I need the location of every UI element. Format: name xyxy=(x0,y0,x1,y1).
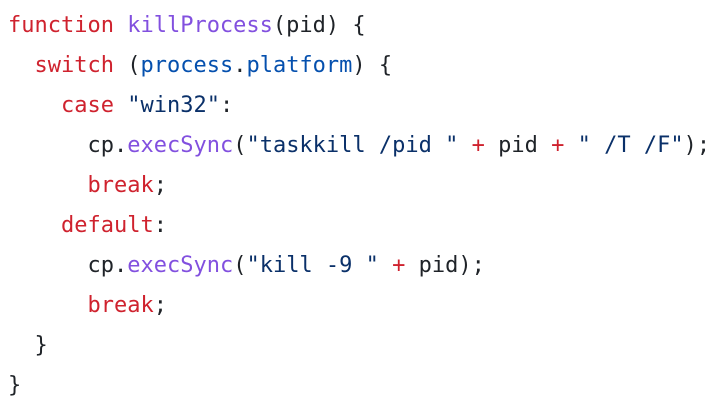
code-line: cp.execSync("kill -9 " + pid); xyxy=(8,246,718,286)
code-token-func: execSync xyxy=(127,253,234,278)
code-token-plain: ; xyxy=(153,293,167,318)
code-token-plain: ( xyxy=(113,53,141,78)
code-token-keyword: default xyxy=(60,213,154,238)
code-token-plain: cp. xyxy=(87,133,128,158)
code-line: break; xyxy=(8,166,718,206)
code-token-string: "win32" xyxy=(127,93,220,118)
code-token-keyword: function xyxy=(8,13,114,38)
code-block: function killProcess(pid) { switch (proc… xyxy=(0,0,718,414)
code-line: function killProcess(pid) { xyxy=(8,6,718,46)
code-token-plain: ( xyxy=(233,253,247,278)
code-token-string: " /T /F" xyxy=(577,133,684,158)
code-token-keyword: case xyxy=(60,93,114,118)
code-line: cp.execSync("taskkill /pid " + pid + " /… xyxy=(8,126,718,166)
code-token-prop: platform xyxy=(246,53,353,78)
code-token-plain: : xyxy=(153,213,167,238)
code-token-func: killProcess xyxy=(127,13,273,38)
code-token-keyword: switch xyxy=(34,53,114,78)
code-token-prop: process xyxy=(140,53,234,78)
code-token-plain: } xyxy=(34,333,48,358)
code-token-plain: ) { xyxy=(352,53,393,78)
code-token-string: "taskkill /pid " xyxy=(246,133,459,158)
code-token-plain: ( xyxy=(233,133,247,158)
code-line: default: xyxy=(8,206,718,246)
code-token-op: + xyxy=(392,253,406,278)
code-token-string: "kill -9 " xyxy=(246,253,379,278)
code-token-func: execSync xyxy=(127,133,234,158)
code-token-plain: (pid) { xyxy=(272,13,366,38)
code-token-op: + xyxy=(471,133,485,158)
code-line: } xyxy=(8,366,718,406)
code-line: } xyxy=(8,326,718,366)
code-token-plain: cp. xyxy=(87,253,128,278)
code-line: switch (process.platform) { xyxy=(8,46,718,86)
code-token-plain: ; xyxy=(153,173,167,198)
code-token-keyword: break xyxy=(87,173,154,198)
code-token-plain: . xyxy=(233,53,247,78)
code-token-plain: } xyxy=(8,373,22,398)
code-line: case "win32": xyxy=(8,86,718,126)
code-token-op: + xyxy=(551,133,565,158)
code-line: break; xyxy=(8,286,718,326)
code-token-plain: pid); xyxy=(405,253,485,278)
code-token-plain: ); xyxy=(683,133,711,158)
code-token-plain: pid xyxy=(484,133,552,158)
code-token-plain: : xyxy=(219,93,234,118)
code-token-keyword: break xyxy=(87,293,154,318)
